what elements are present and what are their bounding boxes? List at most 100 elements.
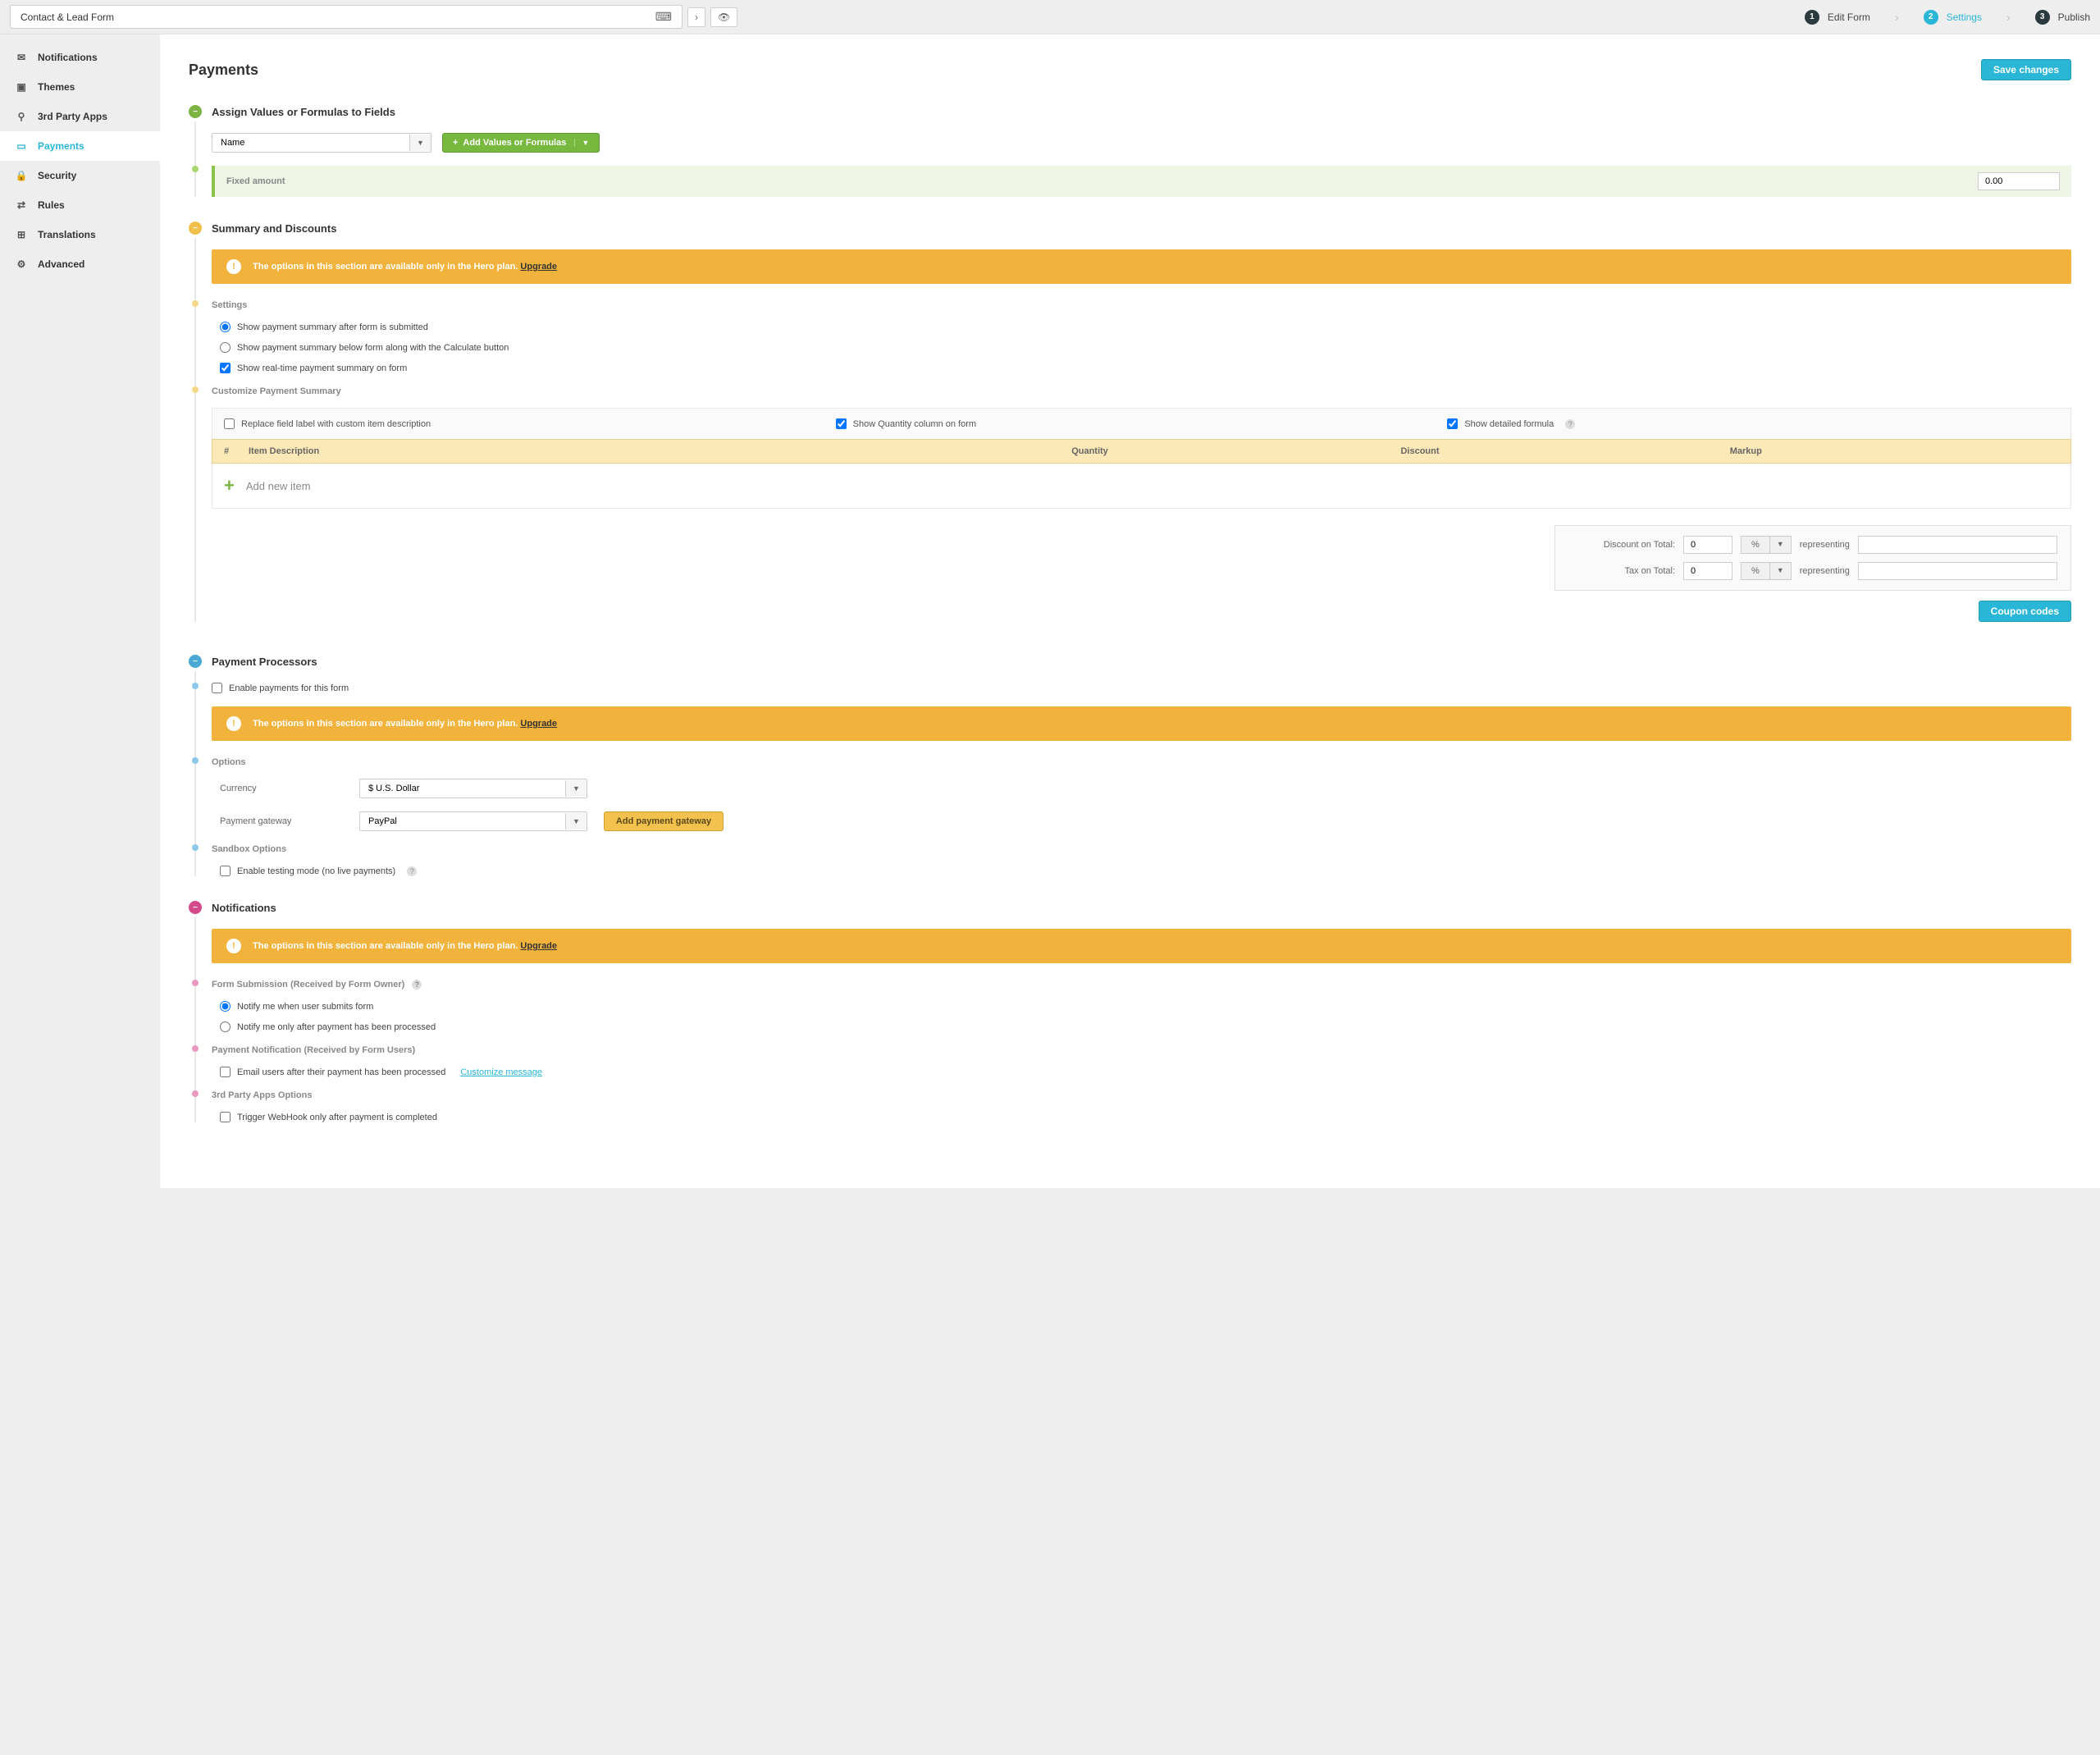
email-users-checkbox[interactable] (220, 1067, 231, 1077)
translate-icon: ⊞ (15, 228, 28, 241)
sandbox-mode-checkbox[interactable] (220, 866, 231, 876)
sidebar-item-payments[interactable]: ▭ Payments (0, 131, 160, 161)
fixed-amount-input[interactable] (1978, 172, 2060, 190)
timeline-line (194, 238, 196, 622)
currency-input[interactable] (360, 779, 565, 798)
chevron-down-icon[interactable]: ▼ (1769, 563, 1791, 579)
sidebar-item-advanced[interactable]: ⚙ Advanced (0, 249, 160, 279)
unit-label: % (1742, 537, 1769, 553)
form-name-selector[interactable]: Contact & Lead Form ⌨ (10, 5, 682, 29)
enable-payments-checkbox[interactable] (212, 683, 222, 693)
sidebar-item-translations[interactable]: ⊞ Translations (0, 220, 160, 249)
sidebar-item-notifications[interactable]: ✉ Notifications (0, 43, 160, 72)
eye-icon: 👁 (718, 11, 730, 23)
option-label: Notify me when user submits form (237, 1002, 373, 1012)
sidebar-item-security[interactable]: 🔒 Security (0, 161, 160, 190)
sidebar-item-rules[interactable]: ⇄ Rules (0, 190, 160, 220)
option-label: Email users after their payment has been… (237, 1067, 445, 1077)
unit-label: % (1742, 563, 1769, 579)
gateway-select[interactable]: ▼ (359, 811, 587, 831)
option-label: Trigger WebHook only after payment is co… (237, 1113, 437, 1122)
show-formula-checkbox[interactable] (1447, 418, 1458, 429)
sandbox-subheading: Sandbox Options (212, 844, 2071, 854)
chevron-down-icon[interactable]: ▼ (565, 780, 587, 797)
field-select[interactable]: ▼ (212, 133, 431, 153)
show-quantity-checkbox[interactable] (836, 418, 847, 429)
add-gateway-button[interactable]: Add payment gateway (604, 811, 724, 831)
timeline-dot-icon (192, 757, 199, 764)
upgrade-banner: ! The options in this section are availa… (212, 249, 2071, 284)
coupon-codes-button[interactable]: Coupon codes (1979, 601, 2071, 622)
share-icon: ⚲ (15, 110, 28, 123)
opt-after-submit-radio[interactable] (220, 322, 231, 332)
tax-representing-input[interactable] (1858, 562, 2057, 580)
step-publish[interactable]: 3 Publish (2035, 10, 2090, 25)
card-icon: ▭ (15, 139, 28, 153)
opt-below-form-radio[interactable] (220, 342, 231, 353)
timeline-line (194, 121, 196, 197)
step-edit-form[interactable]: 1 Edit Form (1805, 10, 1870, 25)
col-item-description: Item Description (249, 446, 1071, 456)
chevron-down-icon[interactable]: ▼ (1769, 537, 1791, 553)
add-item-label: Add new item (246, 480, 311, 492)
upgrade-link[interactable]: Upgrade (520, 262, 557, 272)
col-markup: Markup (1730, 446, 2059, 456)
save-changes-button[interactable]: Save changes (1981, 59, 2071, 80)
banner-text: The options in this section are availabl… (253, 262, 518, 272)
replace-label-checkbox[interactable] (224, 418, 235, 429)
representing-label: representing (1800, 540, 1850, 550)
currency-select[interactable]: ▼ (359, 779, 587, 798)
step-settings[interactable]: 2 Settings (1924, 10, 1982, 25)
preview-button[interactable]: 👁 (710, 7, 737, 27)
discount-value-input[interactable] (1683, 536, 1732, 554)
customize-message-link[interactable]: Customize message (460, 1067, 542, 1077)
customize-subheading: Customize Payment Summary (212, 386, 2071, 396)
add-new-item-button[interactable]: + Add new item (212, 464, 2071, 509)
plus-icon: + (453, 138, 458, 148)
image-icon: ▣ (15, 80, 28, 94)
add-values-button[interactable]: + Add Values or Formulas ▼ (442, 133, 600, 153)
timeline-dot-icon (192, 844, 199, 851)
chevron-down-icon[interactable]: ▼ (565, 813, 587, 830)
sidebar-item-label: 3rd Party Apps (38, 111, 107, 122)
col-quantity: Quantity (1071, 446, 1400, 456)
upgrade-link[interactable]: Upgrade (520, 719, 557, 729)
opt-realtime-checkbox[interactable] (220, 363, 231, 373)
field-select-input[interactable] (212, 134, 409, 152)
discount-unit-select[interactable]: % ▼ (1741, 536, 1792, 554)
help-icon[interactable]: ? (412, 980, 422, 989)
chevron-down-icon[interactable]: ▼ (409, 135, 431, 151)
options-subheading: Options (212, 757, 2071, 767)
envelope-icon: ✉ (15, 51, 28, 64)
section-title: Assign Values or Formulas to Fields (212, 106, 395, 118)
section-bullet-icon: − (189, 222, 202, 235)
chevron-right-icon: › (1895, 11, 1899, 24)
discount-representing-input[interactable] (1858, 536, 2057, 554)
main-content: Payments Save changes − Assign Values or… (160, 34, 2100, 1188)
section-assign-values: − Assign Values or Formulas to Fields ▼ … (189, 105, 2071, 197)
upgrade-link[interactable]: Upgrade (520, 941, 557, 951)
settings-subheading: Settings (212, 300, 2071, 310)
sidebar-item-label: Advanced (38, 258, 84, 270)
notify-on-submit-radio[interactable] (220, 1001, 231, 1012)
help-icon[interactable]: ? (1565, 419, 1575, 429)
third-party-apps-subheading: 3rd Party Apps Options (212, 1090, 2071, 1100)
tax-unit-select[interactable]: % ▼ (1741, 562, 1792, 580)
totals-box: Discount on Total: % ▼ representing Tax … (1554, 525, 2071, 591)
gateway-input[interactable] (360, 812, 565, 830)
chevron-down-icon[interactable]: ▼ (574, 139, 589, 147)
timeline-dot-icon (192, 1045, 199, 1052)
notify-after-payment-radio[interactable] (220, 1021, 231, 1032)
tax-value-input[interactable] (1683, 562, 1732, 580)
sidebar-item-themes[interactable]: ▣ Themes (0, 72, 160, 102)
upgrade-banner: ! The options in this section are availa… (212, 929, 2071, 963)
option-label: Replace field label with custom item des… (241, 419, 431, 429)
wizard-steps: 1 Edit Form › 2 Settings › 3 Publish (1805, 10, 2090, 25)
help-icon[interactable]: ? (407, 866, 417, 876)
next-form-button[interactable]: › (687, 7, 705, 27)
trigger-webhook-checkbox[interactable] (220, 1112, 231, 1122)
fixed-amount-row: Fixed amount (212, 166, 2071, 197)
step-label: Settings (1947, 11, 1982, 23)
branch-icon: ⇄ (15, 199, 28, 212)
sidebar-item-3rd-party[interactable]: ⚲ 3rd Party Apps (0, 102, 160, 131)
